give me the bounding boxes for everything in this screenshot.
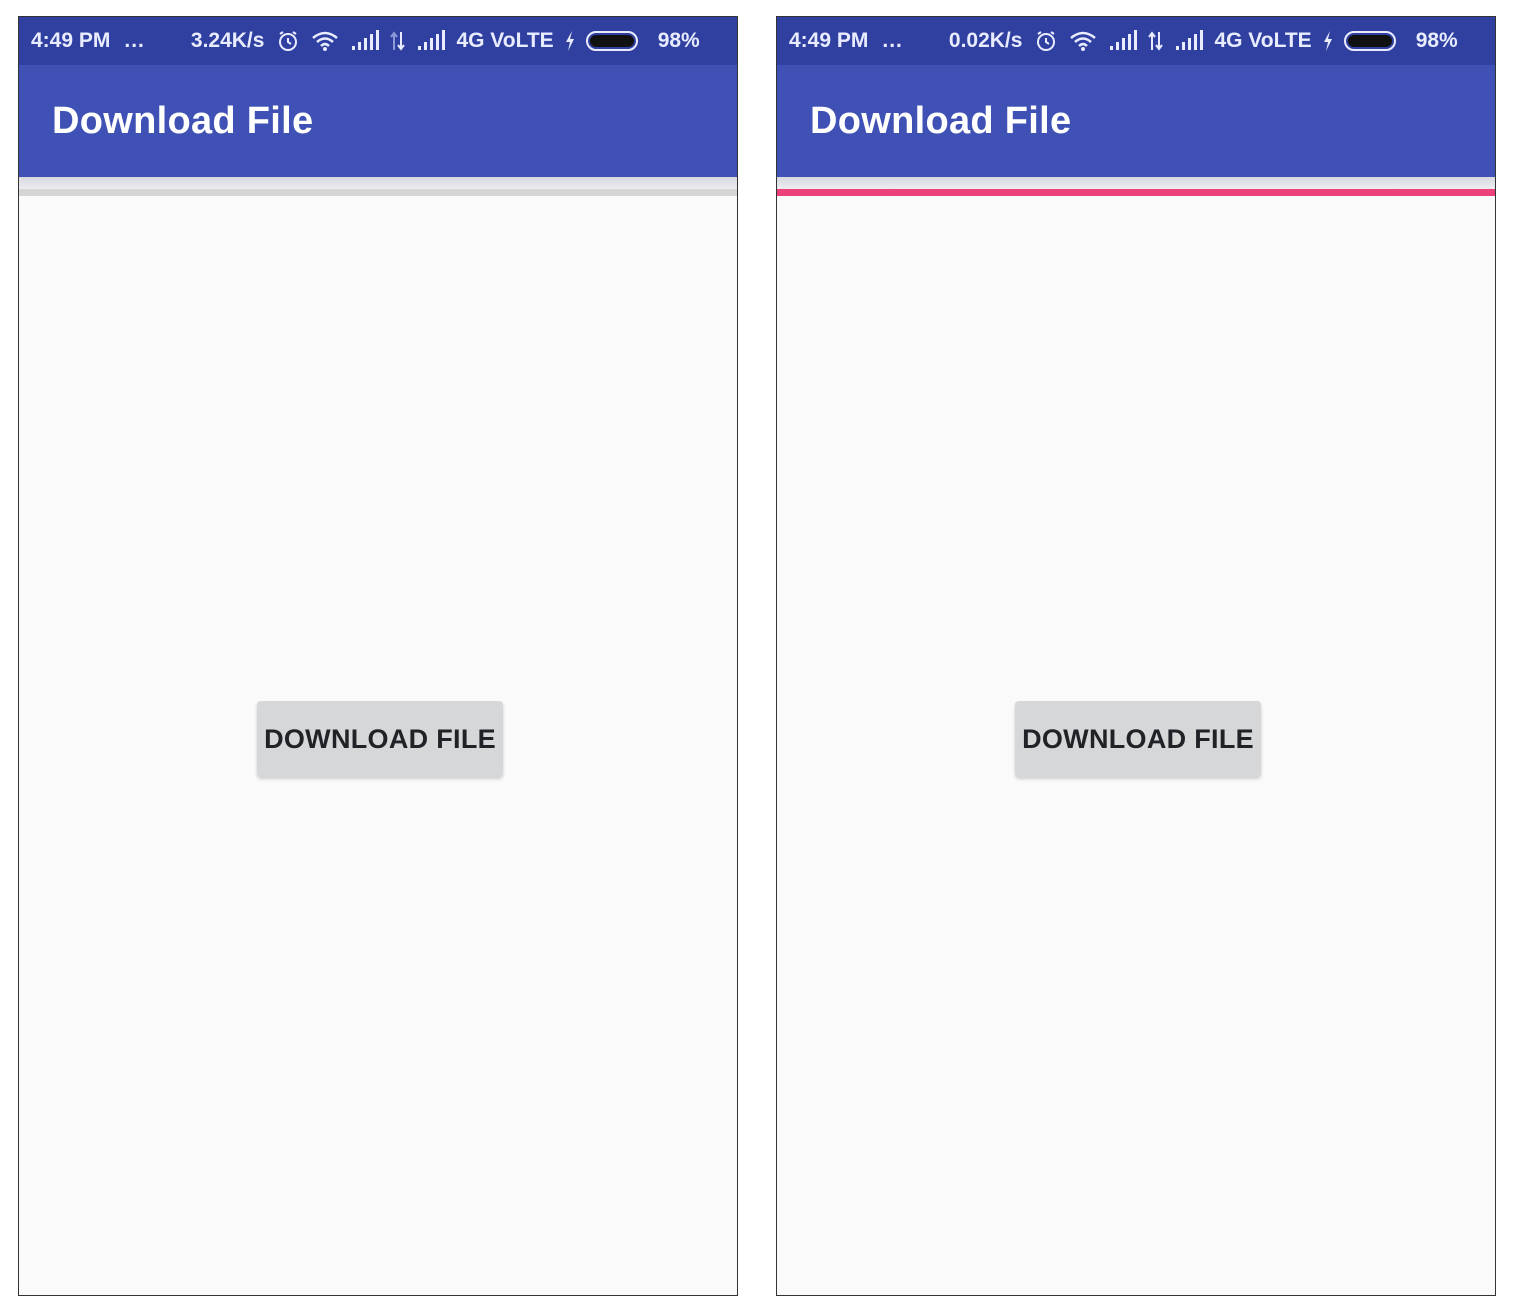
status-bar: 4:49 PM ... 3.24K/s 4G VoLTE 98% xyxy=(19,17,737,65)
status-time: 4:49 PM xyxy=(31,29,111,52)
signal-icon xyxy=(1174,30,1204,52)
status-net-speed: 3.24K/s xyxy=(190,29,265,52)
signal-icon xyxy=(1108,30,1138,52)
alarm-icon xyxy=(1034,29,1058,53)
app-title: Download File xyxy=(52,99,314,142)
signal-icon xyxy=(416,30,446,52)
download-progress-fill xyxy=(777,189,1495,196)
status-time: 4:49 PM xyxy=(789,29,869,52)
wifi-icon xyxy=(1068,29,1098,53)
app-bar: Download File xyxy=(19,65,737,177)
app-bar-shadow xyxy=(777,177,1495,189)
app-bar-shadow xyxy=(19,177,737,189)
app-bar: Download File xyxy=(777,65,1495,177)
download-file-button[interactable]: DOWNLOAD FILE xyxy=(1015,701,1261,777)
data-arrows-icon xyxy=(390,30,406,52)
status-more-dots: ... xyxy=(124,29,145,52)
status-net-speed: 0.02K/s xyxy=(948,29,1023,52)
battery-icon xyxy=(1343,30,1398,52)
status-battery-percent: 98% xyxy=(657,29,700,52)
battery-icon xyxy=(585,30,640,52)
download-progress-bar xyxy=(777,189,1495,196)
status-bar: 4:49 PM ... 0.02K/s 4G VoLTE 98% xyxy=(777,17,1495,65)
status-network: 4G VoLTE xyxy=(456,29,554,52)
wifi-icon xyxy=(310,29,340,53)
status-network: 4G VoLTE xyxy=(1214,29,1312,52)
data-arrows-icon xyxy=(1148,30,1164,52)
download-progress-bar xyxy=(19,189,737,196)
app-title: Download File xyxy=(810,99,1072,142)
status-more-dots: ... xyxy=(882,29,903,52)
phone-screen-right: 4:49 PM ... 0.02K/s 4G VoLTE 98% Downloa… xyxy=(776,16,1496,1296)
signal-icon xyxy=(350,30,380,52)
alarm-icon xyxy=(276,29,300,53)
phone-screen-left: 4:49 PM ... 3.24K/s 4G VoLTE 98% Downloa… xyxy=(18,16,738,1296)
charging-icon xyxy=(564,30,576,52)
download-file-button[interactable]: DOWNLOAD FILE xyxy=(257,701,503,777)
charging-icon xyxy=(1322,30,1334,52)
status-battery-percent: 98% xyxy=(1415,29,1458,52)
